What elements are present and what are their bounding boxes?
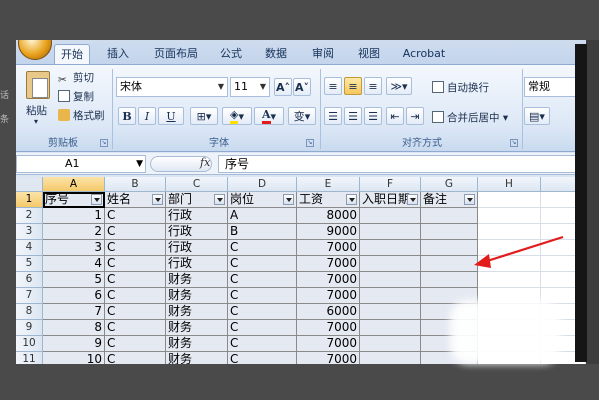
annotation-overlay [474,235,564,268]
red-arrow-head [474,254,491,268]
red-arrow-shaft [483,235,564,264]
